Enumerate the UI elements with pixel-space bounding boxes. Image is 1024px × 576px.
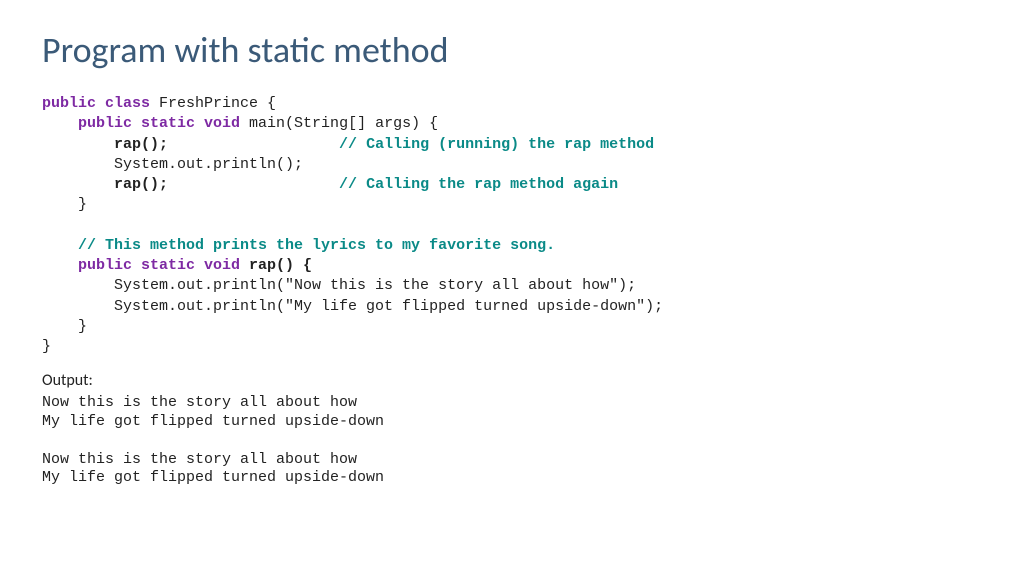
slide-title: Program with static method [42, 28, 982, 72]
comment: // This method prints the lyrics to my f… [42, 237, 555, 254]
code-block: public class FreshPrince { public static… [42, 94, 982, 357]
code-text: } [42, 338, 51, 355]
comment: // Calling the rap method again [168, 176, 618, 193]
code-text: FreshPrince { [150, 95, 276, 112]
code-text: System.out.println(); [42, 156, 303, 173]
code-text: System.out.println("Now this is the stor… [42, 277, 636, 294]
keyword: public class [42, 95, 150, 112]
keyword: public static void [42, 257, 240, 274]
code-text: rap() { [240, 257, 312, 274]
output-label: Output: [42, 371, 982, 390]
code-text: System.out.println("My life got flipped … [42, 298, 663, 315]
code-text: main(String[] args) { [240, 115, 438, 132]
code-call: rap(); [42, 136, 168, 153]
code-text: } [42, 318, 87, 335]
output-block: Now this is the story all about how My l… [42, 394, 982, 488]
code-text: } [42, 196, 87, 213]
comment: // Calling (running) the rap method [168, 136, 654, 153]
keyword: public static void [42, 115, 240, 132]
code-call: rap(); [42, 176, 168, 193]
